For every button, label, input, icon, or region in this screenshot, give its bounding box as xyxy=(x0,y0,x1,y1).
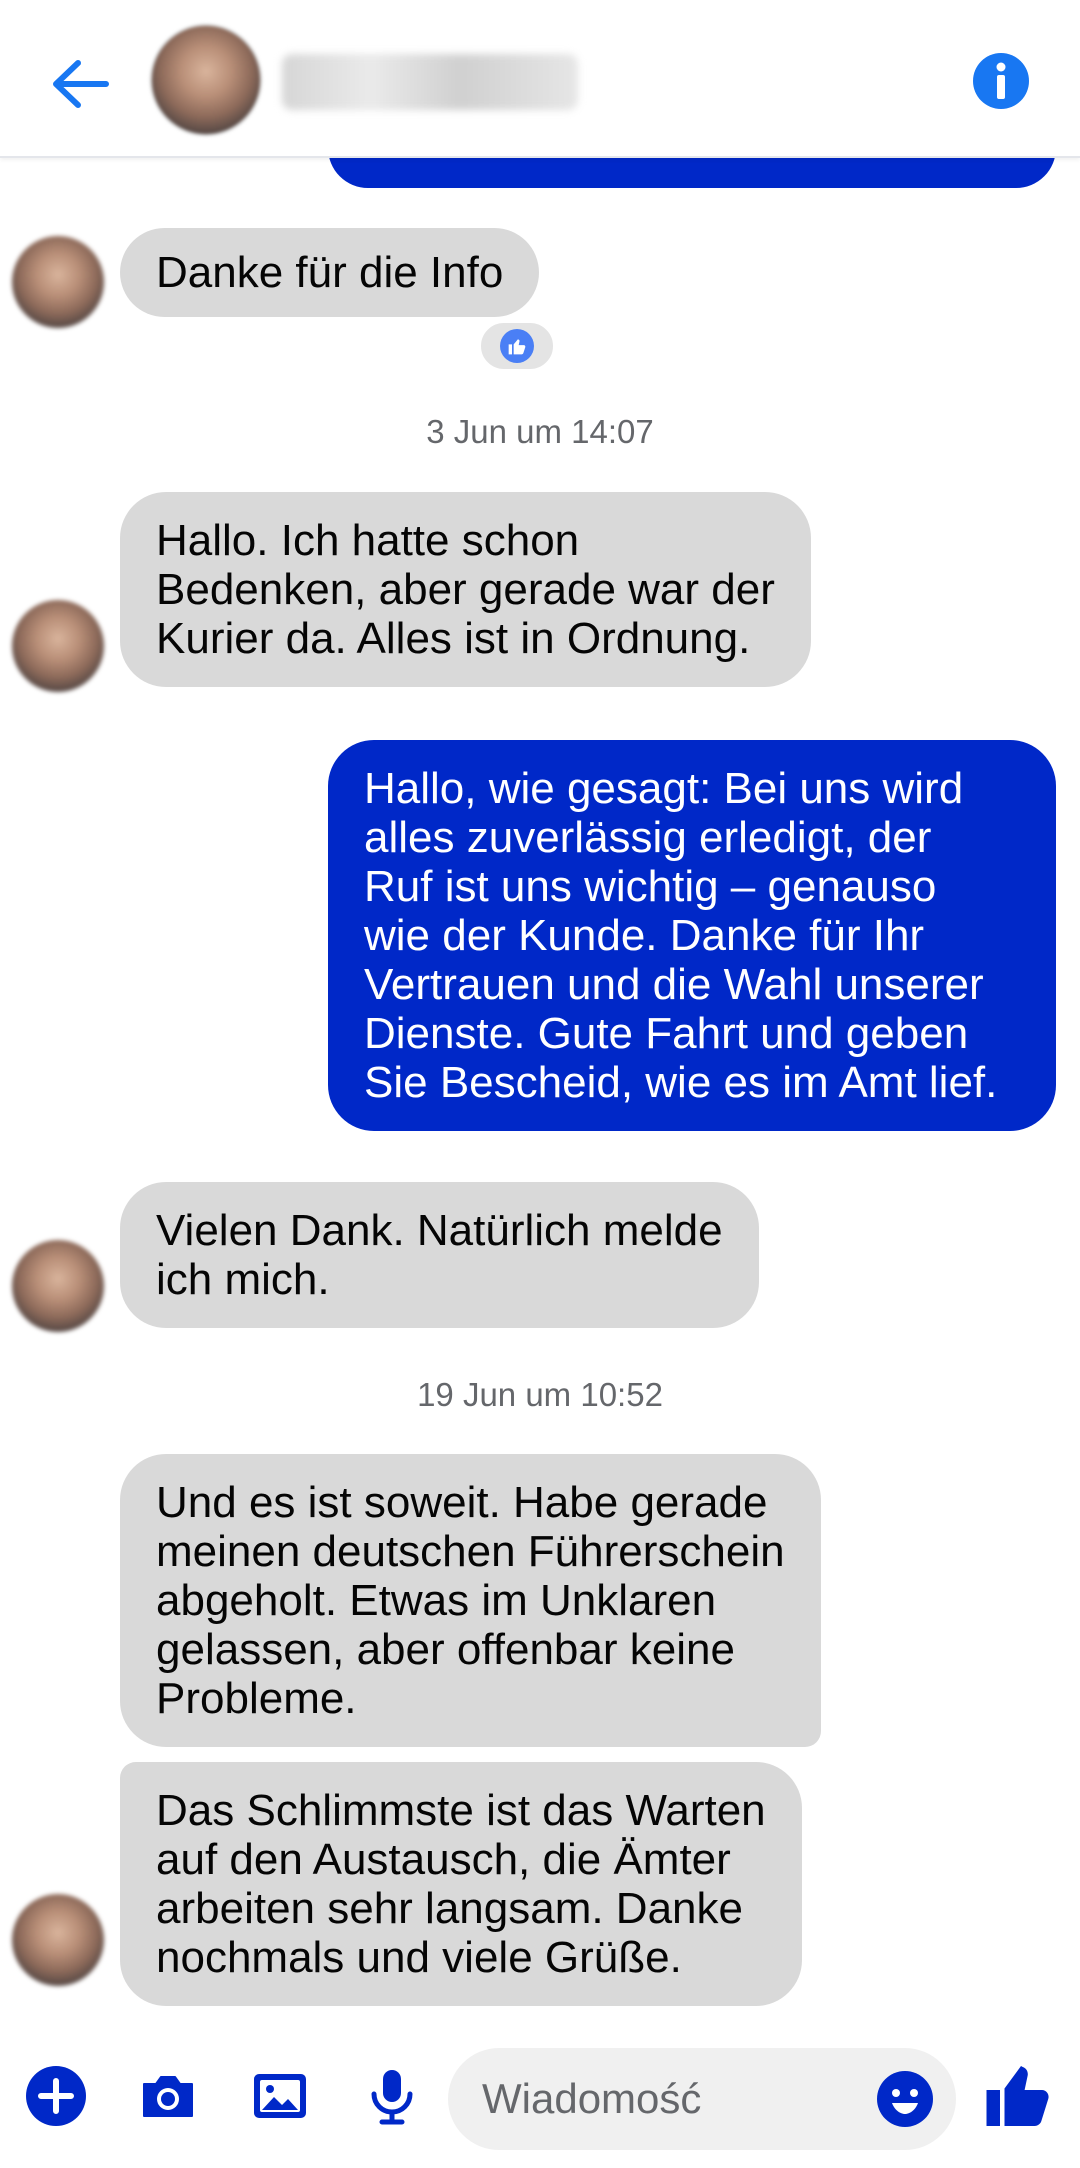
plus-icon xyxy=(26,2066,86,2126)
camera-icon xyxy=(143,2076,193,2117)
message-composer xyxy=(0,2020,1080,2168)
voice-message-button[interactable] xyxy=(356,2060,428,2132)
thumbs-up-icon xyxy=(500,329,534,363)
outgoing-message-bubble[interactable]: Hallo, wie gesagt: Bei uns wird alles zu… xyxy=(328,740,1056,1131)
incoming-message-bubble[interactable]: Und es ist soweit. Habe gerade meinen de… xyxy=(120,1454,821,1747)
timestamp: 19 Jun um 10:52 xyxy=(417,1376,663,1413)
gallery-button[interactable] xyxy=(244,2060,316,2132)
incoming-message-bubble[interactable]: Danke für die Info xyxy=(120,228,540,317)
contact-avatar[interactable] xyxy=(152,26,260,134)
message-list[interactable]: Danke für die Info 3 Jun um 14:07 Hallo.… xyxy=(0,0,1080,2020)
thumbs-up-icon xyxy=(986,2066,1049,2126)
back-button[interactable] xyxy=(40,44,120,124)
incoming-message-bubble[interactable]: Hallo. Ich hatte schon Bedenken, aber ge… xyxy=(120,492,811,687)
incoming-message-bubble[interactable]: Das Schlimmste ist das Warten auf den Au… xyxy=(120,1762,802,2006)
info-icon xyxy=(973,53,1029,109)
send-like-button[interactable] xyxy=(978,2056,1058,2136)
timestamp: 3 Jun um 14:07 xyxy=(426,413,654,450)
contact-avatar[interactable] xyxy=(12,1894,104,1986)
contact-avatar[interactable] xyxy=(12,236,104,328)
more-actions-button[interactable] xyxy=(20,2060,92,2132)
contact-avatar[interactable] xyxy=(12,1240,104,1332)
emoji-button[interactable] xyxy=(874,2068,936,2130)
camera-button[interactable] xyxy=(132,2060,204,2132)
incoming-message-bubble[interactable]: Vielen Dank. Natürlich melde ich mich. xyxy=(120,1182,759,1328)
conversation-header xyxy=(0,0,1080,158)
emoji-icon xyxy=(877,2071,933,2127)
contact-avatar[interactable] xyxy=(12,600,104,692)
reaction-badge[interactable] xyxy=(478,320,556,372)
arrow-left-icon xyxy=(53,60,109,108)
microphone-icon xyxy=(371,2070,413,2125)
image-icon xyxy=(254,2074,306,2118)
contact-name-blurred[interactable] xyxy=(282,54,578,110)
info-button[interactable] xyxy=(970,50,1032,112)
